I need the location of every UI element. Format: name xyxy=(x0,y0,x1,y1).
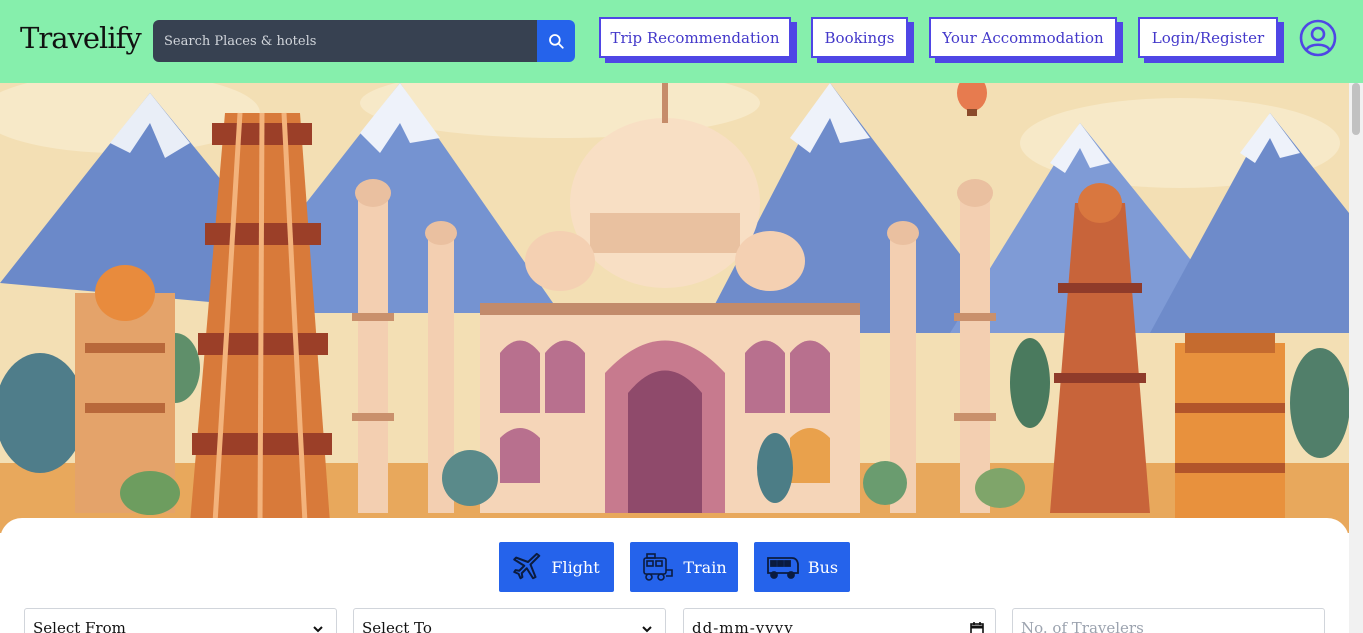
search-bar xyxy=(153,20,575,62)
site-logo[interactable]: Travelify xyxy=(20,21,142,55)
calendar-icon[interactable] xyxy=(969,621,985,633)
airplane-icon xyxy=(513,552,541,580)
nav-your-accommodation-button[interactable]: Your Accommodation xyxy=(929,17,1117,58)
train-label: Train xyxy=(683,557,727,577)
flight-label: Flight xyxy=(551,557,600,577)
search-button[interactable] xyxy=(537,20,575,62)
travelers-placeholder: No. of Travelers xyxy=(1021,619,1144,633)
travelers-input[interactable]: No. of Travelers xyxy=(1012,608,1325,633)
select-from-dropdown[interactable]: Select From xyxy=(24,608,337,633)
nav-login-register-button[interactable]: Login/Register xyxy=(1138,17,1278,58)
flight-mode-button[interactable]: Flight xyxy=(499,542,614,592)
booking-panel: Flight Train Bus Select From Select To d… xyxy=(0,518,1349,633)
chevron-down-icon xyxy=(642,626,652,633)
train-icon xyxy=(643,553,674,581)
top-navbar: Travelify Trip Recommendation Bookings Y… xyxy=(0,0,1363,83)
nav-trip-recommendation-button[interactable]: Trip Recommendation xyxy=(599,17,791,58)
scrollbar-thumb[interactable] xyxy=(1352,83,1360,135)
travel-date-placeholder: dd-mm-yyyy xyxy=(692,619,794,633)
search-icon xyxy=(549,34,564,49)
travel-date-input[interactable]: dd-mm-yyyy xyxy=(683,608,996,633)
select-to-dropdown[interactable]: Select To xyxy=(353,608,666,633)
select-from-value: Select From xyxy=(33,619,126,633)
nav-bookings-button[interactable]: Bookings xyxy=(811,17,908,58)
bus-icon xyxy=(766,557,799,579)
search-input[interactable] xyxy=(153,20,537,62)
train-mode-button[interactable]: Train xyxy=(630,542,738,592)
select-to-value: Select To xyxy=(362,619,432,633)
user-circle-icon[interactable] xyxy=(1299,19,1337,57)
hero-banner-image xyxy=(0,83,1349,533)
bus-mode-button[interactable]: Bus xyxy=(754,542,850,592)
chevron-down-icon xyxy=(313,626,323,633)
bus-label: Bus xyxy=(807,557,839,577)
page-scrollbar[interactable] xyxy=(1349,83,1363,633)
